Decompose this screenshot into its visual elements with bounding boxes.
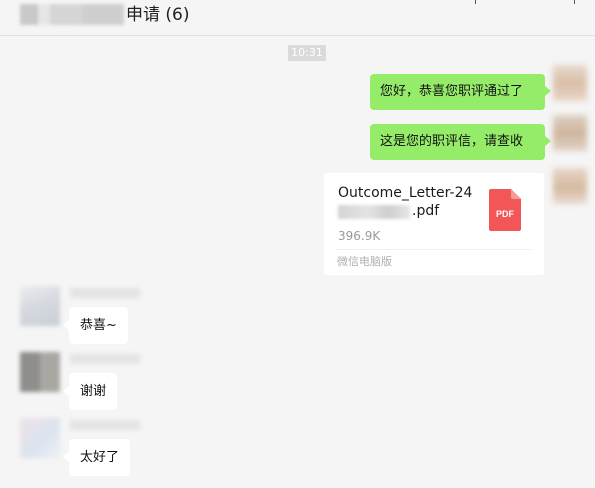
chat-header: 申请 (6): [0, 0, 595, 36]
redacted-sender-name: [70, 354, 140, 364]
divider: [336, 249, 532, 250]
redacted-file-name: [338, 205, 410, 219]
file-source-label: 微信电脑版: [337, 255, 392, 268]
self-avatar[interactable]: [553, 115, 587, 151]
outgoing-message-bubble[interactable]: 您好，恭喜您职评通过了: [370, 74, 551, 110]
incoming-message-bubble[interactable]: 恭喜~: [63, 307, 128, 344]
contact-avatar[interactable]: [20, 418, 60, 458]
self-avatar[interactable]: [553, 65, 587, 101]
chat-title[interactable]: 申请 (6): [126, 4, 189, 26]
outgoing-message-bubble[interactable]: 这是您的职评信，请查收: [370, 124, 551, 160]
header-edge-mark: [574, 0, 575, 4]
redacted-sender-name: [70, 420, 140, 430]
incoming-message-bubble[interactable]: 太好了: [62, 439, 131, 476]
file-attachment-card[interactable]: Outcome_Letter-24 .pdf 396.9K 微信电脑版 PDF: [324, 173, 544, 275]
incoming-message-bubble[interactable]: 谢谢: [62, 373, 118, 410]
self-avatar[interactable]: [553, 168, 587, 204]
contact-avatar[interactable]: [20, 286, 60, 326]
pdf-icon: PDF: [489, 189, 521, 231]
message-timestamp: 10:31: [288, 45, 326, 61]
pdf-icon-label: PDF: [496, 209, 515, 219]
file-extension: .pdf: [412, 203, 440, 219]
contact-avatar[interactable]: [20, 352, 60, 392]
file-size: 396.9K: [338, 229, 381, 243]
redacted-title-prefix: [20, 4, 124, 25]
redacted-sender-name: [70, 288, 140, 298]
header-edge-mark: [475, 0, 476, 4]
file-name: Outcome_Letter-24: [338, 185, 473, 201]
